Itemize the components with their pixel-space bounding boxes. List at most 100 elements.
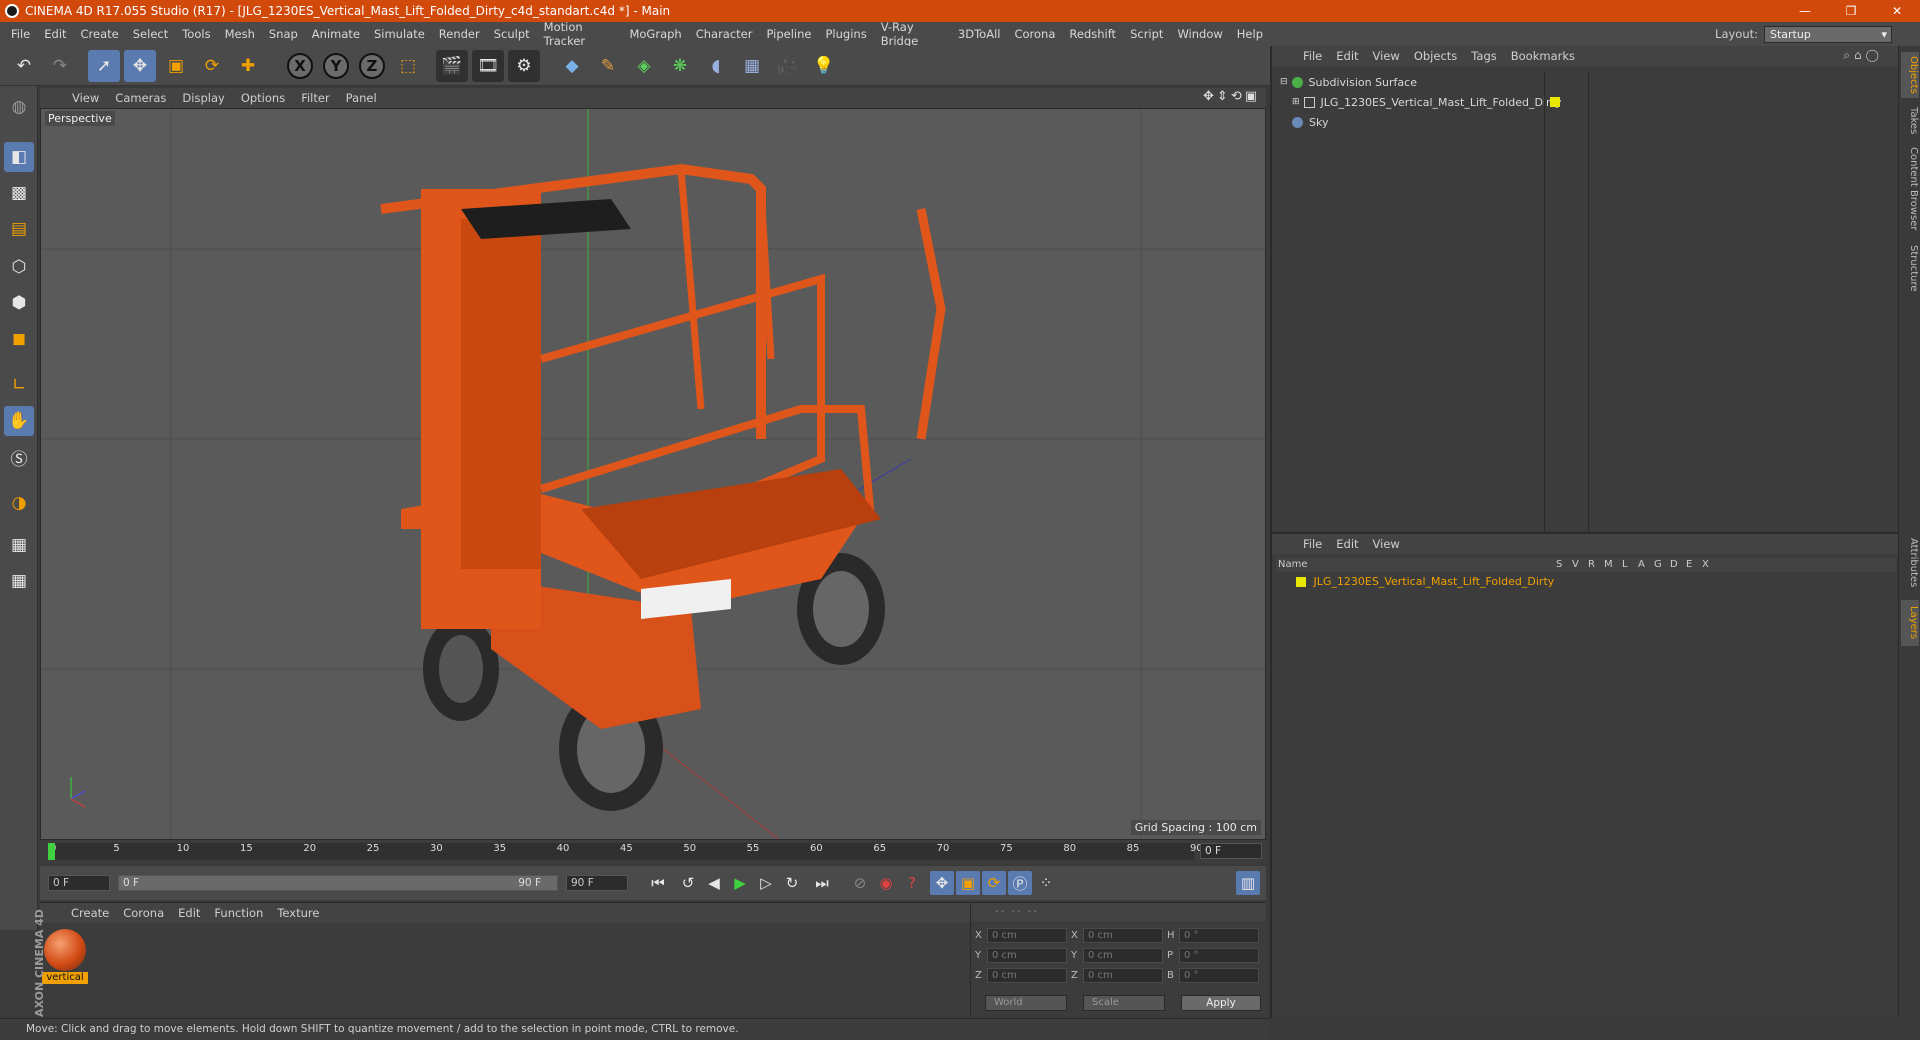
points-mode-icon[interactable]: ⬡	[4, 252, 34, 282]
menu-window[interactable]: Window	[1170, 27, 1229, 41]
menu-snap[interactable]: Snap	[262, 27, 305, 41]
menu-select[interactable]: Select	[126, 27, 175, 41]
magnet-icon[interactable]: ◑	[4, 488, 34, 518]
key-point-level-icon[interactable]: ⁘	[1034, 871, 1058, 895]
scale-icon[interactable]: ▣	[160, 50, 192, 82]
size-x-field[interactable]: 0 cm	[1083, 927, 1163, 943]
deformer-icon[interactable]: ◖	[700, 50, 732, 82]
camera-icon[interactable]: 🎥	[772, 50, 804, 82]
floor-icon[interactable]: ▦	[736, 50, 768, 82]
mat-menu-edit[interactable]: Edit	[171, 906, 207, 920]
size-y-field[interactable]: 0 cm	[1083, 947, 1163, 963]
menu-tools[interactable]: Tools	[175, 27, 217, 41]
search-icon[interactable]: ⌕⌂◯	[1836, 48, 1890, 63]
object-row[interactable]: ⊞ JLG_1230ES_Vertical_Mast_Lift_Folded_D…	[1272, 92, 1900, 112]
coordinate-space-dropdown[interactable]: World	[985, 995, 1067, 1011]
menu-edit[interactable]: Edit	[37, 27, 73, 41]
play-icon[interactable]: ▶	[728, 871, 752, 895]
cube-primitive-icon[interactable]: ◆	[556, 50, 588, 82]
menu-plugins[interactable]: Plugins	[819, 27, 874, 41]
rot-p-field[interactable]: 0 °	[1179, 947, 1259, 963]
menu-corona[interactable]: Corona	[1007, 27, 1062, 41]
object-row[interactable]: Sky	[1272, 112, 1900, 132]
minimize-button[interactable]: —	[1782, 0, 1828, 22]
menu-redshift[interactable]: Redshift	[1062, 27, 1123, 41]
obj-menu-edit[interactable]: Edit	[1329, 49, 1365, 63]
y-axis-lock-icon[interactable]: Y	[323, 53, 349, 79]
layout-select[interactable]: Startup	[1764, 25, 1892, 43]
key-position-icon[interactable]: ✥	[930, 871, 954, 895]
layer-menu-view[interactable]: View	[1366, 537, 1407, 551]
viewport-menu-display[interactable]: Display	[174, 91, 232, 105]
obj-menu-tags[interactable]: Tags	[1464, 49, 1503, 63]
edges-mode-icon[interactable]: ⬢	[4, 288, 34, 318]
obj-menu-objects[interactable]: Objects	[1407, 49, 1464, 63]
obj-menu-file[interactable]: File	[1296, 49, 1329, 63]
coordinate-mode-dropdown[interactable]: Scale	[1083, 995, 1165, 1011]
rot-b-field[interactable]: 0 °	[1179, 967, 1259, 983]
obj-menu-bookmarks[interactable]: Bookmarks	[1504, 49, 1582, 63]
object-row[interactable]: ⊟ Subdivision Surface	[1272, 72, 1900, 92]
layer-menu-edit[interactable]: Edit	[1329, 537, 1365, 551]
menu-pipeline[interactable]: Pipeline	[759, 27, 818, 41]
close-button[interactable]: ✕	[1874, 0, 1920, 22]
side-tab-content-browser[interactable]: Content Browser	[1901, 144, 1919, 234]
side-tab-objects[interactable]: Objects	[1901, 52, 1919, 98]
pos-x-field[interactable]: 0 cm	[987, 927, 1067, 943]
rot-h-field[interactable]: 0 °	[1179, 927, 1259, 943]
layer-row[interactable]: JLG_1230ES_Vertical_Mast_Lift_Folded_Dir…	[1276, 574, 1896, 590]
coordinate-system-icon[interactable]: ⬚	[392, 50, 424, 82]
menu-create[interactable]: Create	[74, 27, 126, 41]
apply-button[interactable]: Apply	[1181, 995, 1261, 1011]
pos-y-field[interactable]: 0 cm	[987, 947, 1067, 963]
record-icon[interactable]: ◉	[874, 871, 898, 895]
menu-animate[interactable]: Animate	[305, 27, 367, 41]
mat-menu-corona[interactable]: Corona	[116, 906, 171, 920]
next-frame-icon[interactable]: ▷	[754, 871, 778, 895]
menu-character[interactable]: Character	[689, 27, 760, 41]
model-mode-icon[interactable]: ◧	[4, 142, 34, 172]
render-settings-icon[interactable]: ⚙	[508, 50, 540, 82]
goto-start-icon[interactable]: ⏮	[646, 871, 670, 895]
side-tab-takes[interactable]: Takes	[1901, 104, 1919, 138]
polygons-mode-icon[interactable]: ◼	[4, 324, 34, 354]
layer-color-swatch[interactable]	[1296, 577, 1306, 587]
menu-mesh[interactable]: Mesh	[218, 27, 262, 41]
array-icon[interactable]: ❋	[664, 50, 696, 82]
perspective-viewport[interactable]: Perspective Grid Spacing : 100 cm	[40, 108, 1266, 840]
maximize-button[interactable]: ❐	[1828, 0, 1874, 22]
mat-menu-texture[interactable]: Texture	[270, 906, 326, 920]
subdivision-surface-icon[interactable]: ◈	[628, 50, 660, 82]
axis-mode-icon[interactable]: ∟	[4, 370, 34, 400]
key-rotation-icon[interactable]: ⟳	[982, 871, 1006, 895]
undo-icon[interactable]: ↶	[8, 50, 40, 82]
make-editable-icon[interactable]: ◍	[4, 92, 34, 122]
light-icon[interactable]: 💡	[808, 50, 840, 82]
viewport-menu-options[interactable]: Options	[233, 91, 293, 105]
material-thumbnail[interactable]	[44, 929, 86, 971]
side-tab-layers[interactable]: Layers	[1901, 600, 1919, 646]
end-frame-field[interactable]: 90 F	[566, 875, 628, 891]
mat-menu-create[interactable]: Create	[64, 906, 116, 920]
tweak-mode-icon[interactable]: ✋	[4, 406, 34, 436]
obj-menu-view[interactable]: View	[1366, 49, 1407, 63]
current-frame-field[interactable]: 0 F	[1200, 843, 1262, 859]
layer-color-tag[interactable]	[1550, 97, 1560, 107]
render-picture-viewer-icon[interactable]: 🎞	[472, 50, 504, 82]
menu-simulate[interactable]: Simulate	[367, 27, 432, 41]
menu-render[interactable]: Render	[432, 27, 487, 41]
size-z-field[interactable]: 0 cm	[1083, 967, 1163, 983]
texture-mode-icon[interactable]: ▩	[4, 178, 34, 208]
timeline-ruler[interactable]: 051015202530354045505560657075808590 0 F	[40, 840, 1266, 864]
snap-icon[interactable]: Ⓢ	[4, 442, 34, 472]
layer-menu-file[interactable]: File	[1296, 537, 1329, 551]
live-selection-icon[interactable]: ➚	[88, 50, 120, 82]
timeline-window-icon[interactable]: ▥	[1236, 871, 1260, 895]
menu-sculpt[interactable]: Sculpt	[487, 27, 537, 41]
redo-icon[interactable]: ↷	[44, 50, 76, 82]
menu-script[interactable]: Script	[1123, 27, 1170, 41]
side-tab-attributes[interactable]: Attributes	[1901, 532, 1919, 594]
workplane-mode-icon[interactable]: ▤	[4, 214, 34, 244]
render-view-icon[interactable]: 🎬	[436, 50, 468, 82]
side-tab-structure[interactable]: Structure	[1901, 240, 1919, 296]
